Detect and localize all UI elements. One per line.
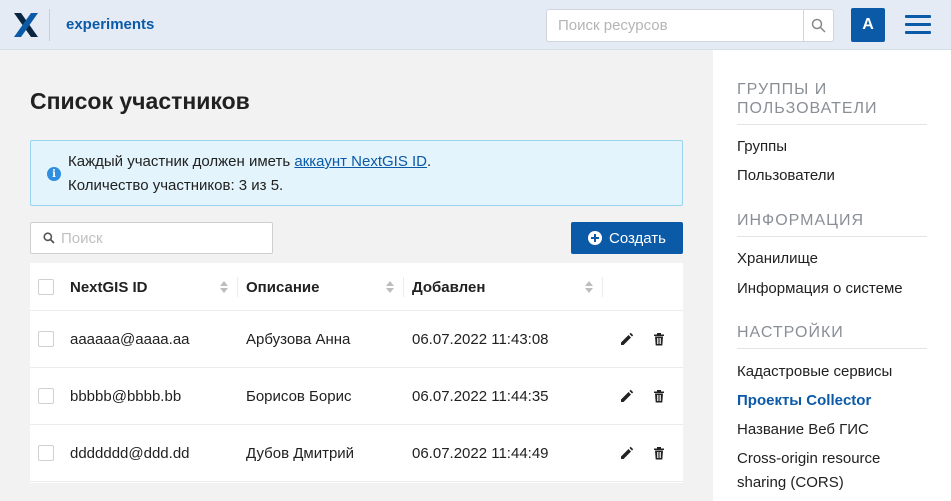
column-header-description[interactable]: Описание — [246, 263, 319, 311]
column-divider — [602, 277, 603, 297]
row-checkbox[interactable] — [38, 331, 54, 347]
row-checkbox[interactable] — [38, 445, 54, 461]
page-title: Список участников — [30, 88, 250, 114]
sidebar-item-groups[interactable]: Группы — [737, 135, 787, 159]
cell-added: 06.07.2022 11:43:08 — [412, 331, 549, 348]
sidebar-heading-settings: Настройки — [737, 324, 844, 341]
sidebar-item-webgis-name[interactable]: Название Веб ГИС — [737, 418, 869, 442]
cell-description: Борисов Борис — [246, 388, 352, 405]
sidebar-heading-line-2: пользователи — [737, 100, 878, 117]
create-button-label: Создать — [608, 229, 666, 247]
app-title[interactable]: experiments — [66, 16, 154, 33]
row-checkbox[interactable] — [38, 388, 54, 404]
right-sidebar: Группы и пользователи Группы Пользовател… — [713, 50, 951, 501]
members-table: NextGIS ID Описание Добавлен aaaaaa@aaaa… — [30, 263, 683, 483]
column-divider — [403, 277, 404, 297]
table-header: NextGIS ID Описание Добавлен — [30, 263, 683, 311]
table-row[interactable]: ddddddd@ddd.dd Дубов Дмитрий 06.07.2022 … — [30, 425, 683, 482]
sidebar-item-cors[interactable]: Cross-origin resource — [737, 447, 880, 471]
column-header-nextgis-id[interactable]: NextGIS ID — [70, 263, 148, 311]
sort-icon[interactable] — [585, 281, 593, 293]
member-count-text: Количество участников: 3 из 5. — [68, 177, 284, 194]
user-avatar-button[interactable]: A — [851, 8, 885, 42]
delete-trash-icon[interactable] — [652, 389, 666, 403]
sort-icon[interactable] — [386, 281, 394, 293]
top-header: experiments A — [0, 0, 951, 50]
cell-description: Арбузова Анна — [246, 331, 351, 348]
sidebar-item-system-info[interactable]: Информация о системе — [737, 277, 903, 301]
create-button[interactable]: Создать — [571, 222, 683, 254]
sidebar-divider — [737, 124, 927, 125]
cell-description: Дубов Дмитрий — [246, 445, 355, 462]
nextgis-id-link[interactable]: аккаунт NextGIS ID — [294, 153, 427, 170]
info-line-1: Каждый участник должен иметь аккаунт Nex… — [68, 153, 431, 170]
cell-nextgis-id: bbbbb@bbbb.bb — [70, 388, 182, 405]
edit-pencil-icon[interactable] — [620, 446, 634, 460]
info-alert: i Каждый участник должен иметь аккаунт N… — [30, 140, 683, 206]
column-header-added[interactable]: Добавлен — [412, 263, 485, 311]
cell-added: 06.07.2022 11:44:49 — [412, 445, 549, 462]
table-row[interactable]: bbbbb@bbbb.bb Борисов Борис 06.07.2022 1… — [30, 368, 683, 425]
sidebar-divider — [737, 348, 927, 349]
info-text-prefix: Каждый участник должен иметь — [68, 153, 295, 170]
delete-trash-icon[interactable] — [652, 332, 666, 346]
select-all-checkbox[interactable] — [38, 279, 54, 295]
sort-icon[interactable] — [220, 281, 228, 293]
edit-pencil-icon[interactable] — [620, 332, 634, 346]
table-row[interactable]: aaaaaa@aaaa.aa Арбузова Анна 06.07.2022 … — [30, 311, 683, 368]
hamburger-menu-icon[interactable] — [905, 15, 931, 35]
sidebar-heading-line-1: Группы и — [737, 81, 828, 98]
resource-search-input[interactable] — [546, 9, 804, 42]
cell-added: 06.07.2022 11:44:35 — [412, 388, 549, 405]
delete-trash-icon[interactable] — [652, 446, 666, 460]
cell-nextgis-id: ddddddd@ddd.dd — [70, 445, 190, 462]
sidebar-item-storage[interactable]: Хранилище — [737, 247, 818, 271]
plus-circle-icon — [587, 231, 602, 245]
edit-pencil-icon[interactable] — [620, 389, 634, 403]
info-icon: i — [47, 167, 61, 181]
cell-nextgis-id: aaaaaa@aaaa.aa — [70, 331, 190, 348]
search-icon — [43, 232, 55, 244]
sidebar-item-cadastral-services[interactable]: Кадастровые сервисы — [737, 360, 892, 384]
sidebar-item-collector-projects[interactable]: Проекты Collector — [737, 389, 871, 413]
column-divider — [237, 277, 238, 297]
sidebar-heading-groups: Группы и пользователи — [737, 80, 878, 118]
nextgis-logo-icon[interactable] — [13, 12, 39, 38]
sidebar-item-users[interactable]: Пользователи — [737, 164, 835, 188]
member-search-input[interactable] — [61, 223, 261, 253]
sidebar-item-cors-line-2[interactable]: sharing (CORS) — [737, 471, 844, 495]
search-button[interactable] — [803, 9, 834, 42]
info-text-suffix: . — [427, 153, 432, 170]
logo-divider — [49, 9, 50, 41]
sidebar-divider — [737, 236, 927, 237]
member-filter — [30, 222, 273, 254]
sidebar-heading-info: Информация — [737, 212, 865, 229]
search-icon — [811, 18, 826, 33]
